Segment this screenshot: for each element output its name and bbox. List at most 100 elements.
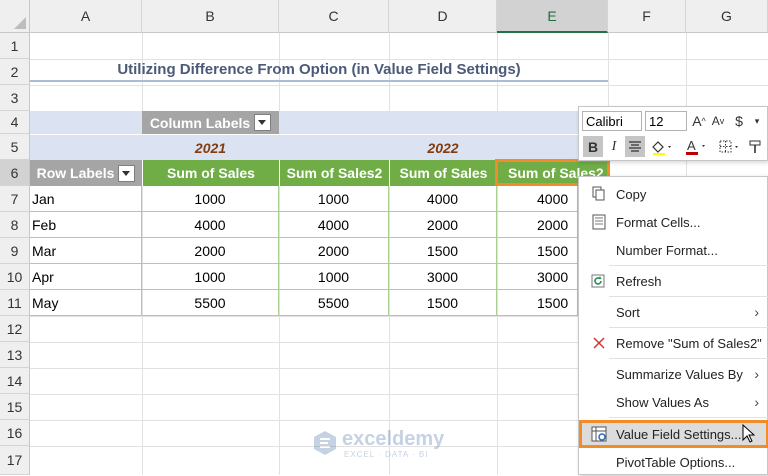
data-cell[interactable]: 4000 <box>142 212 279 238</box>
sum-of-sales-header[interactable]: Sum of Sales <box>142 160 279 186</box>
data-cell[interactable]: 1500 <box>497 238 578 264</box>
row-header-13[interactable]: 13 <box>0 342 30 368</box>
data-cell[interactable]: 2000 <box>142 238 279 264</box>
row-header-10[interactable]: 10 <box>0 264 30 290</box>
year-2022-header[interactable]: 2022 <box>389 134 497 160</box>
menu-item-value-field-settings[interactable]: Value Field Settings... <box>579 420 768 448</box>
menu-item-copy[interactable]: Copy <box>579 180 768 208</box>
data-cell[interactable]: 2000 <box>497 212 578 238</box>
year-2021-header[interactable]: 2021 <box>142 134 279 160</box>
column-header-a[interactable]: A <box>30 0 142 33</box>
pivot-corner-cell[interactable] <box>30 134 142 160</box>
data-cell[interactable]: 1000 <box>279 186 389 212</box>
row-labels-header[interactable]: Row Labels <box>30 160 142 186</box>
row-header-5[interactable]: 5 <box>0 134 30 160</box>
row-header-14[interactable]: 14 <box>0 368 30 394</box>
menu-item-summarize-values-by[interactable]: Summarize Values By › <box>579 360 768 388</box>
menu-item-show-values-as[interactable]: Show Values As › <box>579 388 768 416</box>
currency-dropdown-icon[interactable]: ▾ <box>749 111 765 131</box>
data-cell[interactable]: 2000 <box>389 212 497 238</box>
column-header-d[interactable]: D <box>389 0 497 33</box>
pivot-header-cell[interactable] <box>497 111 578 134</box>
value-field-settings-icon <box>591 426 607 442</box>
menu-item-label: Sort <box>616 304 640 320</box>
row-label-may[interactable]: May <box>30 290 142 316</box>
row-header-3[interactable]: 3 <box>0 85 30 111</box>
row-label-jan[interactable]: Jan <box>30 186 142 212</box>
font-name-box[interactable]: Calibri <box>582 111 642 131</box>
pivot-header-cell[interactable] <box>279 134 389 160</box>
increase-font-size-icon[interactable]: A ^ <box>690 111 708 131</box>
font-size-box[interactable]: 12 <box>645 111 687 131</box>
pivot-header-cell[interactable] <box>389 111 497 134</box>
row-labels-text: Row Labels <box>36 165 115 181</box>
format-painter-icon[interactable] <box>745 136 765 157</box>
italic-button[interactable]: I <box>605 136 623 157</box>
row-header-9[interactable]: 9 <box>0 238 30 264</box>
sum-of-sales2-header[interactable]: Sum of Sales2 <box>279 160 389 186</box>
svg-text:A: A <box>687 138 696 153</box>
data-cell[interactable]: 5500 <box>279 290 389 316</box>
decrease-font-size-icon[interactable]: Av <box>709 111 727 131</box>
pivot-header-cell[interactable] <box>279 111 389 134</box>
data-cell[interactable]: 1000 <box>142 264 279 290</box>
watermark-tagline: EXCEL · DATA · BI <box>344 450 429 459</box>
pivot-header-cell[interactable] <box>497 134 578 160</box>
column-header-e[interactable]: E <box>497 0 608 33</box>
data-cell[interactable]: 4000 <box>279 212 389 238</box>
column-labels-filter-icon[interactable] <box>254 114 272 131</box>
menu-item-sort[interactable]: Sort › <box>579 298 768 326</box>
menu-separator <box>609 265 768 266</box>
fill-color-icon[interactable] <box>649 136 675 157</box>
menu-item-pivottable-options[interactable]: PivotTable Options... <box>579 448 768 476</box>
row-label-apr[interactable]: Apr <box>30 264 142 290</box>
data-cell[interactable]: 1500 <box>497 290 578 316</box>
align-center-icon[interactable] <box>625 136 645 157</box>
data-cell[interactable]: 1500 <box>389 238 497 264</box>
sum-of-sales-header[interactable]: Sum of Sales <box>389 160 497 186</box>
currency-format-icon[interactable]: $ <box>729 111 749 131</box>
select-all-corner[interactable] <box>0 0 30 33</box>
menu-item-refresh[interactable]: Refresh <box>579 267 768 295</box>
borders-icon[interactable] <box>717 136 743 157</box>
pivot-corner-cell[interactable] <box>30 111 142 134</box>
column-header-g[interactable]: G <box>686 0 768 33</box>
row-header-8[interactable]: 8 <box>0 212 30 238</box>
row-labels-filter-icon[interactable] <box>118 164 136 182</box>
menu-item-format-cells[interactable]: Format Cells... <box>579 208 768 236</box>
data-cell[interactable]: 1000 <box>279 264 389 290</box>
data-cell[interactable]: 1000 <box>142 186 279 212</box>
row-header-15[interactable]: 15 <box>0 394 30 420</box>
data-cell[interactable]: 5500 <box>142 290 279 316</box>
bold-button[interactable]: B <box>583 136 603 157</box>
row-label-feb[interactable]: Feb <box>30 212 142 238</box>
menu-item-number-format[interactable]: Number Format... <box>579 236 768 264</box>
data-cell[interactable]: 3000 <box>389 264 497 290</box>
mouse-cursor-icon <box>742 423 756 444</box>
row-header-7[interactable]: 7 <box>0 186 30 212</box>
row-header-17[interactable]: 17 <box>0 446 30 475</box>
data-cell[interactable]: 1500 <box>389 290 497 316</box>
row-header-11[interactable]: 11 <box>0 290 30 316</box>
column-header-b[interactable]: B <box>142 0 279 33</box>
row-header-4[interactable]: 4 <box>0 111 30 134</box>
column-labels-header[interactable]: Column Labels <box>142 111 279 134</box>
menu-item-remove[interactable]: Remove "Sum of Sales2" <box>579 329 768 357</box>
column-header-f[interactable]: F <box>608 0 686 33</box>
data-cell[interactable]: 3000 <box>497 264 578 290</box>
menu-item-label: PivotTable Options... <box>616 454 736 470</box>
menu-item-label: Copy <box>616 186 647 202</box>
row-header-2[interactable]: 2 <box>0 59 30 85</box>
refresh-icon <box>591 273 607 289</box>
data-cell[interactable]: 4000 <box>497 186 578 212</box>
row-header-6[interactable]: 6 <box>0 160 30 186</box>
row-header-16[interactable]: 16 <box>0 420 30 446</box>
data-cell[interactable]: 4000 <box>389 186 497 212</box>
font-color-icon[interactable]: A <box>683 136 709 157</box>
row-header-1[interactable]: 1 <box>0 33 30 59</box>
row-label-mar[interactable]: Mar <box>30 238 142 264</box>
data-cell[interactable]: 2000 <box>279 238 389 264</box>
row-header-12[interactable]: 12 <box>0 316 30 342</box>
column-header-c[interactable]: C <box>279 0 389 33</box>
exceldemy-logo-icon <box>314 431 336 455</box>
